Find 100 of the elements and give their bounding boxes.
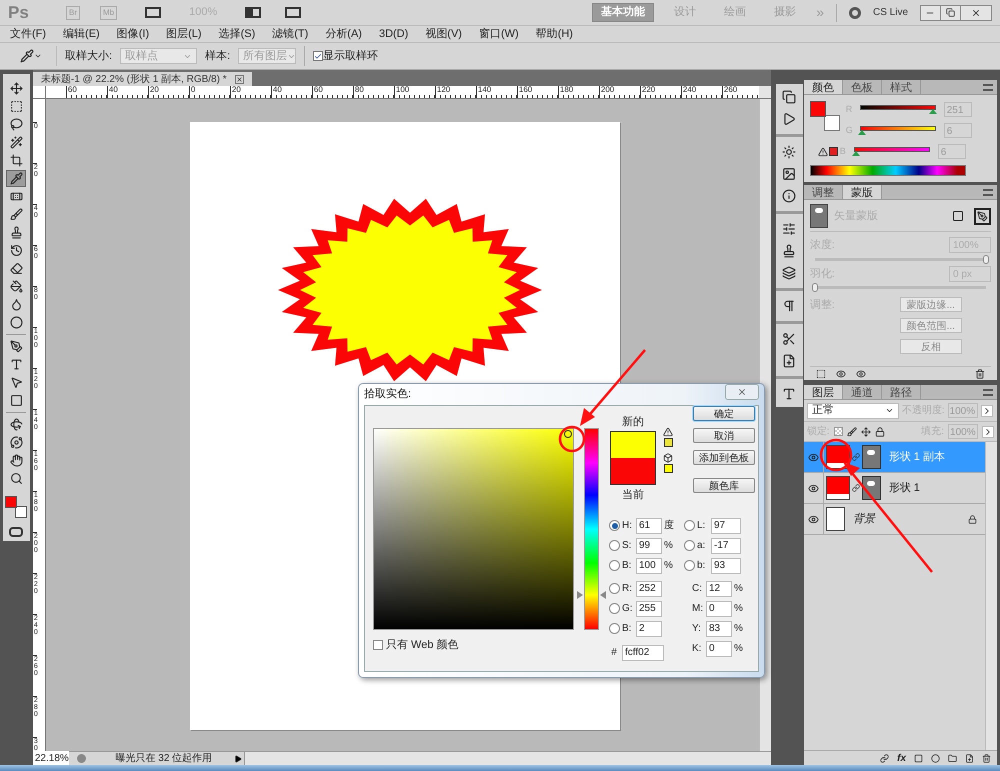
blend-mode-dropdown[interactable]: 正常 — [806, 402, 899, 418]
layers-icon[interactable] — [782, 266, 796, 280]
menu-item[interactable]: 窗口(W) — [478, 26, 519, 42]
radio-button[interactable] — [609, 540, 620, 551]
cs-live-button[interactable]: CS Live — [872, 5, 908, 20]
vertical-scrollbar[interactable] — [985, 442, 998, 750]
radio-button[interactable] — [609, 583, 620, 594]
value-field[interactable]: 83 — [706, 620, 732, 636]
radio-button[interactable] — [609, 603, 620, 614]
color-field[interactable] — [373, 428, 574, 630]
value-field[interactable]: 2 — [636, 620, 662, 636]
value-field[interactable]: 12 — [706, 580, 732, 596]
checkbox[interactable] — [373, 640, 383, 650]
move-icon[interactable] — [860, 426, 871, 436]
horizontal-scrollbar[interactable] — [244, 752, 771, 765]
value-field[interactable]: 0 — [706, 640, 732, 656]
panel-tab[interactable]: 颜色 — [804, 80, 843, 94]
document-tab[interactable]: 未标题-1 @ 22.2% (形状 1 副本, RGB/8) * — [32, 72, 252, 86]
eye-icon[interactable] — [856, 368, 866, 378]
dialog-button[interactable]: 添加到色板 — [693, 450, 755, 465]
eyedropper-tool-icon[interactable] — [6, 170, 26, 187]
value-field[interactable]: 252 — [636, 580, 662, 596]
sun-icon[interactable] — [782, 145, 796, 159]
trash-icon[interactable] — [975, 368, 986, 378]
menu-item[interactable]: 视图(V) — [425, 26, 462, 42]
menu-item[interactable]: 帮助(H) — [536, 26, 573, 42]
warning-icon[interactable] — [663, 427, 673, 437]
hex-field[interactable]: fcff02 — [622, 644, 664, 660]
color-spectrum-bar[interactable] — [810, 165, 966, 176]
adjustment-icon[interactable] — [931, 754, 940, 762]
menu-item[interactable]: 分析(A) — [325, 26, 362, 42]
quick-mask-icon[interactable] — [9, 527, 24, 537]
selection-icon[interactable] — [816, 368, 826, 378]
panel-tab[interactable]: 图层 — [804, 385, 843, 399]
character-icon[interactable] — [782, 387, 796, 401]
screen-mode-icon[interactable] — [285, 7, 302, 18]
menu-item[interactable]: 文件(F) — [10, 26, 46, 42]
panel-menu-icon[interactable] — [983, 188, 994, 196]
panel-tab[interactable]: 蒙版 — [842, 185, 882, 199]
background-swatch[interactable] — [824, 115, 840, 131]
arrange-icon[interactable] — [245, 7, 262, 18]
scissors-icon[interactable] — [782, 332, 796, 346]
cube-icon[interactable] — [663, 453, 673, 463]
menu-item[interactable]: 图像(I) — [116, 26, 150, 42]
status-menu-icon[interactable] — [234, 754, 244, 762]
menu-item[interactable]: 3D(D) — [378, 26, 408, 42]
color-swatches[interactable] — [5, 496, 28, 518]
checkbox[interactable] — [313, 51, 324, 61]
radio-button[interactable] — [609, 623, 620, 634]
dialog-button[interactable]: 取消 — [693, 428, 755, 443]
close-icon[interactable] — [737, 386, 747, 396]
info-icon[interactable] — [782, 189, 796, 203]
view-extras-icon[interactable] — [145, 7, 162, 18]
pilcrow-icon[interactable] — [782, 299, 796, 313]
expand-icon[interactable] — [982, 426, 994, 438]
gamut-warning-icon[interactable] — [818, 146, 838, 156]
expand-icon[interactable] — [980, 404, 993, 416]
value-field[interactable]: 61 — [636, 518, 662, 534]
menu-item[interactable]: 滤镜(T) — [272, 26, 308, 42]
close-button[interactable] — [725, 384, 759, 400]
menu-item[interactable]: 选择(S) — [218, 26, 256, 42]
histogram-icon[interactable] — [782, 167, 796, 181]
zoom-readout[interactable]: 22.18% — [32, 751, 69, 766]
restore-button[interactable] — [940, 4, 961, 20]
foreground-swatch[interactable] — [810, 101, 826, 117]
menu-item[interactable]: 编辑(E) — [63, 26, 100, 42]
value-field[interactable]: 0 — [706, 600, 732, 616]
value-field[interactable]: 100 — [636, 558, 662, 574]
sliders-icon[interactable] — [782, 222, 796, 236]
layer-row[interactable]: 形状 1 — [804, 473, 986, 504]
copy-icon[interactable] — [782, 90, 796, 104]
brush-icon[interactable] — [846, 426, 857, 436]
link-icon[interactable] — [880, 754, 890, 762]
add-mask-icon[interactable] — [914, 754, 924, 762]
vector-mask-icon[interactable] — [974, 208, 992, 224]
dialog-button[interactable]: 确定 — [693, 406, 755, 421]
new-layer-icon[interactable] — [965, 754, 974, 762]
layer-style-button[interactable]: fx — [897, 750, 906, 766]
value-field[interactable]: -17 — [711, 538, 741, 554]
gamut-swatch[interactable] — [664, 438, 672, 447]
play-icon[interactable] — [782, 112, 796, 126]
radio-button[interactable] — [609, 520, 620, 531]
eye-icon[interactable] — [836, 368, 846, 378]
stamp-icon[interactable] — [782, 244, 796, 258]
close-icon[interactable] — [970, 8, 981, 18]
web-safe-swatch[interactable] — [664, 464, 672, 473]
value-field[interactable]: 99 — [636, 538, 662, 554]
restore-icon[interactable] — [946, 8, 955, 17]
radio-button[interactable] — [684, 560, 695, 571]
lock-transparency-icon[interactable] — [834, 427, 843, 436]
caret-icon[interactable] — [884, 406, 894, 415]
folder-icon[interactable] — [948, 754, 958, 762]
panel-menu-icon[interactable] — [983, 84, 994, 90]
value-field[interactable]: 93 — [711, 558, 741, 574]
close-button[interactable] — [960, 4, 992, 20]
radio-button[interactable] — [684, 520, 695, 531]
panel-menu-icon[interactable] — [983, 388, 994, 396]
radio-button[interactable] — [684, 540, 695, 551]
lock-icon[interactable] — [874, 426, 885, 436]
dialog-button[interactable]: 颜色库 — [693, 478, 755, 493]
